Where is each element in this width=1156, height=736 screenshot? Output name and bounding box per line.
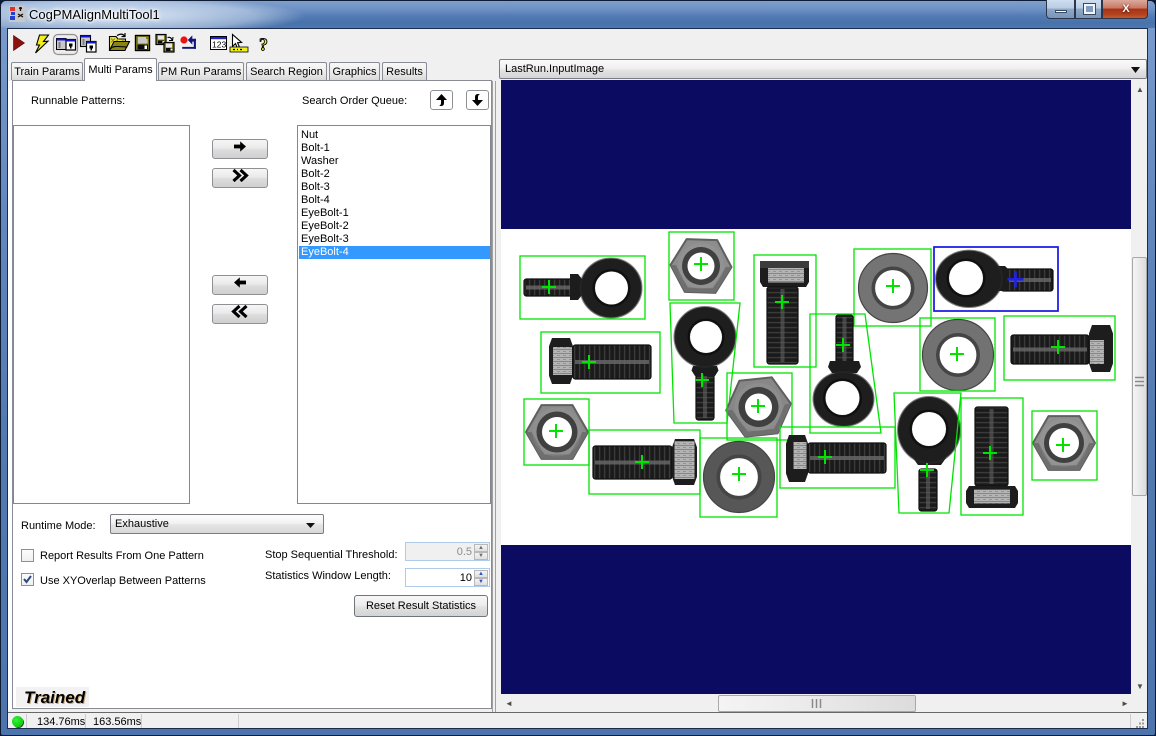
- svg-text:123: 123: [212, 40, 226, 50]
- svg-text:?: ?: [259, 35, 268, 55]
